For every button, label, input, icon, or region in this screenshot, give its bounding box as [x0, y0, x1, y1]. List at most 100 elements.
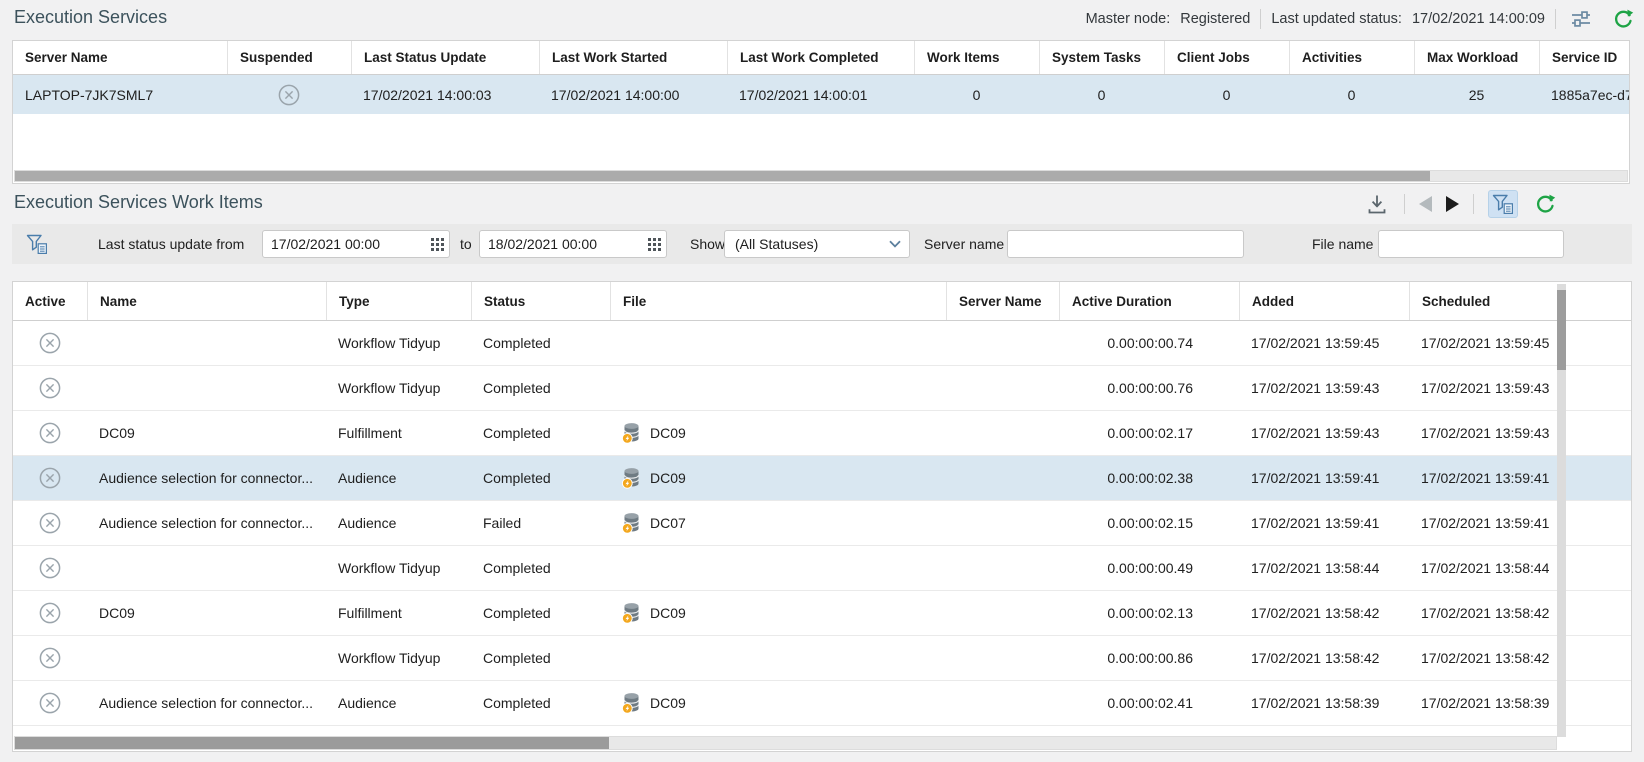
- last-updated-value: 17/02/2021 14:00:09: [1412, 11, 1545, 27]
- date-from-input[interactable]: [263, 236, 425, 252]
- wi-col-file[interactable]: File: [610, 282, 946, 320]
- scrollbar-thumb[interactable]: [15, 737, 609, 749]
- work-item-row[interactable]: Workflow TidyupCompleted0.00:00:00.4917/…: [13, 546, 1631, 591]
- servers-col-activities[interactable]: Activities: [1289, 41, 1414, 74]
- cell-active: [13, 546, 87, 590]
- servers-col-last-status-update[interactable]: Last Status Update: [351, 41, 539, 74]
- horizontal-scrollbar[interactable]: [14, 170, 1628, 182]
- calendar-grid-icon[interactable]: [642, 231, 666, 257]
- server-row[interactable]: LAPTOP-7JK7SML7 17/02/2021 14:00:03 17/0…: [13, 75, 1629, 114]
- servers-col-service-id[interactable]: Service ID: [1539, 41, 1629, 74]
- cell-added: 17/02/2021 13:59:41: [1239, 456, 1409, 500]
- cell-type: Fulfillment: [326, 411, 471, 455]
- work-item-row[interactable]: Workflow TidyupCompleted0.00:00:00.8617/…: [13, 636, 1631, 681]
- refresh-icon[interactable]: [1532, 191, 1558, 217]
- work-item-row[interactable]: Workflow TidyupCompleted0.00:00:00.7417/…: [13, 321, 1631, 366]
- file-name-text: DC09: [650, 425, 686, 441]
- file-name-input[interactable]: [1378, 230, 1564, 258]
- date-to-field[interactable]: [479, 230, 667, 258]
- servers-col-system-tasks[interactable]: System Tasks: [1039, 41, 1164, 74]
- scrollbar-thumb[interactable]: [1557, 290, 1566, 370]
- cell-active: [13, 366, 87, 410]
- cell-name: [87, 546, 326, 590]
- status-select-value: (All Statuses): [735, 236, 818, 252]
- work-item-row[interactable]: Audience selection for connector...Audie…: [13, 456, 1631, 501]
- scrollbar-corner: [1620, 736, 1630, 750]
- wi-col-type[interactable]: Type: [326, 282, 471, 320]
- servers-col-server-name[interactable]: Server Name: [13, 41, 227, 74]
- wi-col-scheduled[interactable]: Scheduled: [1409, 282, 1631, 320]
- wi-col-name[interactable]: Name: [87, 282, 326, 320]
- funnel-document-icon: [26, 224, 48, 264]
- work-item-row[interactable]: DC09FulfillmentCompleted DC090.00:00:02.…: [13, 411, 1631, 456]
- work-items-table: ActiveNameTypeStatusFileServer NameActiv…: [12, 281, 1632, 752]
- cell-file: DC09: [610, 591, 946, 635]
- last-updated-label: Last updated status:: [1271, 11, 1402, 27]
- date-to-input[interactable]: [480, 236, 642, 252]
- cell-name: Audience selection for connector...: [87, 501, 326, 545]
- cell-status: Completed: [471, 681, 610, 725]
- cell-scheduled: 17/02/2021 13:59:45: [1409, 321, 1631, 365]
- cell-file: [610, 366, 946, 410]
- cell-active-duration: 0.00:00:00.49: [1059, 546, 1239, 590]
- wi-col-active[interactable]: Active: [13, 282, 87, 320]
- work-item-row[interactable]: DC09FulfillmentCompleted DC090.00:00:02.…: [13, 591, 1631, 636]
- cell-active: [13, 636, 87, 680]
- cell-work-items: 0: [914, 75, 1039, 114]
- work-item-row[interactable]: Audience selection for connector...Audie…: [13, 681, 1631, 726]
- cell-file: DC09: [610, 456, 946, 500]
- cell-status: Completed: [471, 411, 610, 455]
- server-name-label: Server name: [924, 224, 1004, 264]
- cell-type: Workflow Tidyup: [326, 366, 471, 410]
- file-name-text: DC09: [650, 695, 686, 711]
- cell-name: [87, 321, 326, 365]
- cell-added: 17/02/2021 13:59:43: [1239, 411, 1409, 455]
- cell-file: [610, 321, 946, 365]
- refresh-icon[interactable]: [1610, 6, 1636, 32]
- cell-file: DC09: [610, 681, 946, 725]
- cell-status: Completed: [471, 321, 610, 365]
- download-icon[interactable]: [1364, 191, 1390, 217]
- cell-server-name: [946, 546, 1059, 590]
- wi-col-server-name[interactable]: Server Name: [946, 282, 1059, 320]
- file-name-text: DC09: [650, 470, 686, 486]
- status-select[interactable]: (All Statuses): [724, 230, 910, 258]
- cell-server-name: LAPTOP-7JK7SML7: [13, 75, 227, 114]
- cell-type: Audience: [326, 456, 471, 500]
- servers-col-last-work-started[interactable]: Last Work Started: [539, 41, 727, 74]
- work-items-section-header: Execution Services Work Items: [0, 184, 1644, 224]
- cell-scheduled: 17/02/2021 13:59:41: [1409, 456, 1631, 500]
- scrollbar-thumb[interactable]: [15, 171, 1430, 181]
- cell-active: [13, 411, 87, 455]
- servers-col-suspended[interactable]: Suspended: [227, 41, 351, 74]
- cell-status: Completed: [471, 456, 610, 500]
- horizontal-scrollbar[interactable]: [14, 736, 1557, 750]
- cell-server-name: [946, 366, 1059, 410]
- server-name-input[interactable]: [1007, 230, 1244, 258]
- wi-col-active-duration[interactable]: Active Duration: [1059, 282, 1239, 320]
- chevron-down-icon: [889, 240, 901, 248]
- database-file-icon: [622, 467, 641, 489]
- wi-col-added[interactable]: Added: [1239, 282, 1409, 320]
- filter-toggle-icon[interactable]: [1488, 190, 1518, 218]
- servers-col-client-jobs[interactable]: Client Jobs: [1164, 41, 1289, 74]
- cell-server-name: [946, 501, 1059, 545]
- servers-col-max-workload[interactable]: Max Workload: [1414, 41, 1539, 74]
- circle-x-icon: [39, 602, 61, 624]
- work-items-table-header: ActiveNameTypeStatusFileServer NameActiv…: [13, 282, 1631, 321]
- page-title: Execution Services: [14, 7, 167, 28]
- date-from-field[interactable]: [262, 230, 450, 258]
- wi-col-status[interactable]: Status: [471, 282, 610, 320]
- work-item-row[interactable]: Workflow TidyupCompleted0.00:00:00.7617/…: [13, 366, 1631, 411]
- servers-col-work-items[interactable]: Work Items: [914, 41, 1039, 74]
- servers-col-last-work-completed[interactable]: Last Work Completed: [727, 41, 914, 74]
- calendar-grid-icon[interactable]: [425, 231, 449, 257]
- settings-sliders-icon[interactable]: [1568, 6, 1594, 32]
- previous-page-icon[interactable]: [1419, 196, 1432, 212]
- filter-bar: Last status update from to: [12, 224, 1632, 264]
- cell-last-work-completed: 17/02/2021 14:00:01: [727, 75, 914, 114]
- vertical-scrollbar[interactable]: [1557, 284, 1566, 737]
- cell-active: [13, 321, 87, 365]
- next-page-icon[interactable]: [1446, 196, 1459, 212]
- work-item-row[interactable]: Audience selection for connector...Audie…: [13, 501, 1631, 546]
